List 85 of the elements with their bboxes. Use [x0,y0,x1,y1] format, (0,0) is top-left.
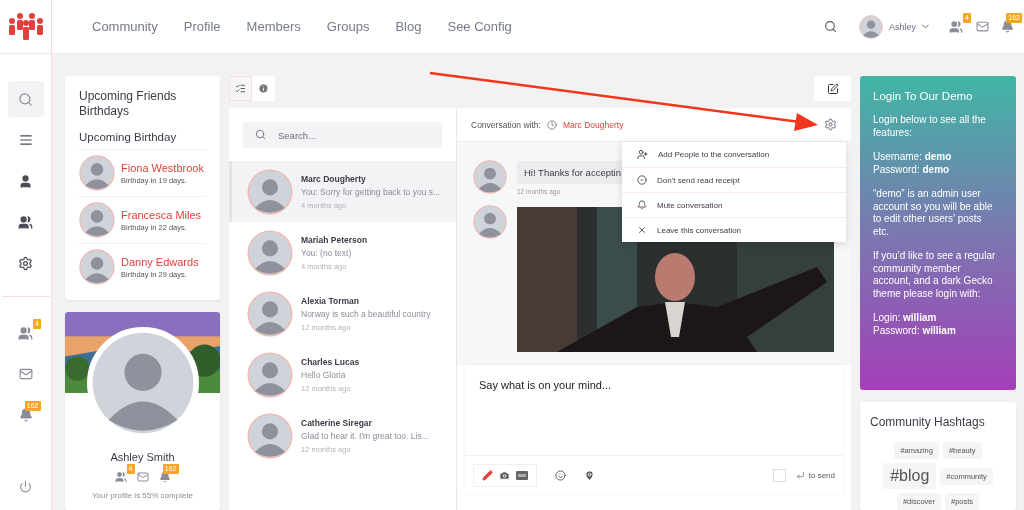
edit-icon [826,82,839,95]
paragraph: Login: william Password: william [873,312,957,337]
avatar [79,202,115,238]
menu-icon [18,133,33,147]
avatar [473,160,507,194]
paragraph: If you’d like to see a regular community member account, and a dark Gecko theme please login with: [873,250,997,300]
nav-link[interactable]: Profile [170,19,234,34]
power-icon [19,479,32,493]
search-button[interactable] [7,81,44,117]
settings-icon [824,118,837,131]
nav-link[interactable]: See Config [434,19,525,34]
paragraph: Login below to see all the features: [873,114,987,139]
emoji-icon [555,469,566,481]
settings-icon [18,255,33,271]
bell-icon[interactable] [158,471,171,483]
user-plus-icon [637,149,648,160]
checklist-button[interactable] [229,76,252,101]
hashtag[interactable]: #blog [883,463,937,489]
users-icon [18,214,33,230]
nav-link[interactable]: Members [233,19,314,34]
logo-icon[interactable] [7,11,44,42]
mail-icon[interactable] [976,20,989,33]
section-title: Upcoming Birthday [79,131,178,143]
paragraph: Username: demo Password: demo [873,151,953,176]
card-title: Login To Our Demo [873,90,974,102]
pencil-icon [482,469,493,481]
users-icon[interactable] [114,471,127,483]
pin-icon [584,469,595,481]
info-button[interactable] [252,76,275,101]
message-field[interactable]: Say what is on your mind... [465,365,843,456]
partner-link[interactable]: Marc Dougherty [562,119,624,130]
search-field[interactable]: Search... [243,122,442,148]
nav-link[interactable]: Blog [382,19,435,34]
profile-completion: Your profile is 55% complete [91,491,194,500]
camera-icon [499,469,510,481]
checklist-icon [235,83,246,94]
person-name[interactable]: Fiona Westbrook [121,161,204,174]
check-circle-icon [637,175,647,185]
location-button[interactable] [584,469,595,481]
avatar [859,14,883,39]
user-icon [18,173,33,189]
avatar [79,249,115,285]
close-icon [637,225,647,235]
avatar [79,155,115,191]
nav-link[interactable]: Groups [313,19,383,34]
paragraph: “demo” is an admin user account so you will be able to edit other users’ posts etc. [873,188,994,238]
avatar [247,290,293,337]
mail-icon[interactable] [136,471,149,483]
camera-button[interactable] [499,469,510,481]
compose-button[interactable] [814,76,851,101]
card-title: Upcoming Friends Birthdays [79,89,178,119]
menu-item[interactable]: Mute conversation [622,192,846,217]
clock-icon [546,119,557,130]
info-icon [258,83,269,94]
checkbox[interactable] [772,468,786,482]
bell-icon[interactable] [1001,20,1014,33]
conversation-label: Conversation with: [471,119,541,130]
avatar [473,205,507,239]
mail-icon [18,367,33,381]
menu-item[interactable]: Don't send read receipt [622,167,846,192]
users-icon [18,325,33,341]
search-icon [18,91,33,107]
user-name[interactable]: Ashley [889,21,916,32]
search-icon[interactable] [824,20,837,33]
settings-button[interactable] [824,118,837,131]
send-label: to send [808,470,835,480]
search-icon [255,129,266,140]
gif-button[interactable] [516,470,528,480]
person-name[interactable]: Danny Edwards [121,255,199,268]
pencil-button[interactable] [482,469,493,481]
bell-icon [637,200,647,210]
avatar [247,229,293,276]
bell-icon [18,408,33,422]
gif-icon [516,470,528,480]
enter-icon [795,470,805,480]
avatar [247,168,293,215]
avatar [247,351,293,398]
person-name[interactable]: Francesca Miles [121,208,202,221]
avatar [247,412,293,459]
menu-item[interactable]: Leave this conversation [622,217,846,242]
emoji-button[interactable] [555,469,566,481]
card-title: Community Hashtags [870,415,986,430]
users-icon[interactable] [949,19,963,34]
profile-name: Ashley Smith [110,451,175,463]
nav-link[interactable]: Community [79,19,171,34]
